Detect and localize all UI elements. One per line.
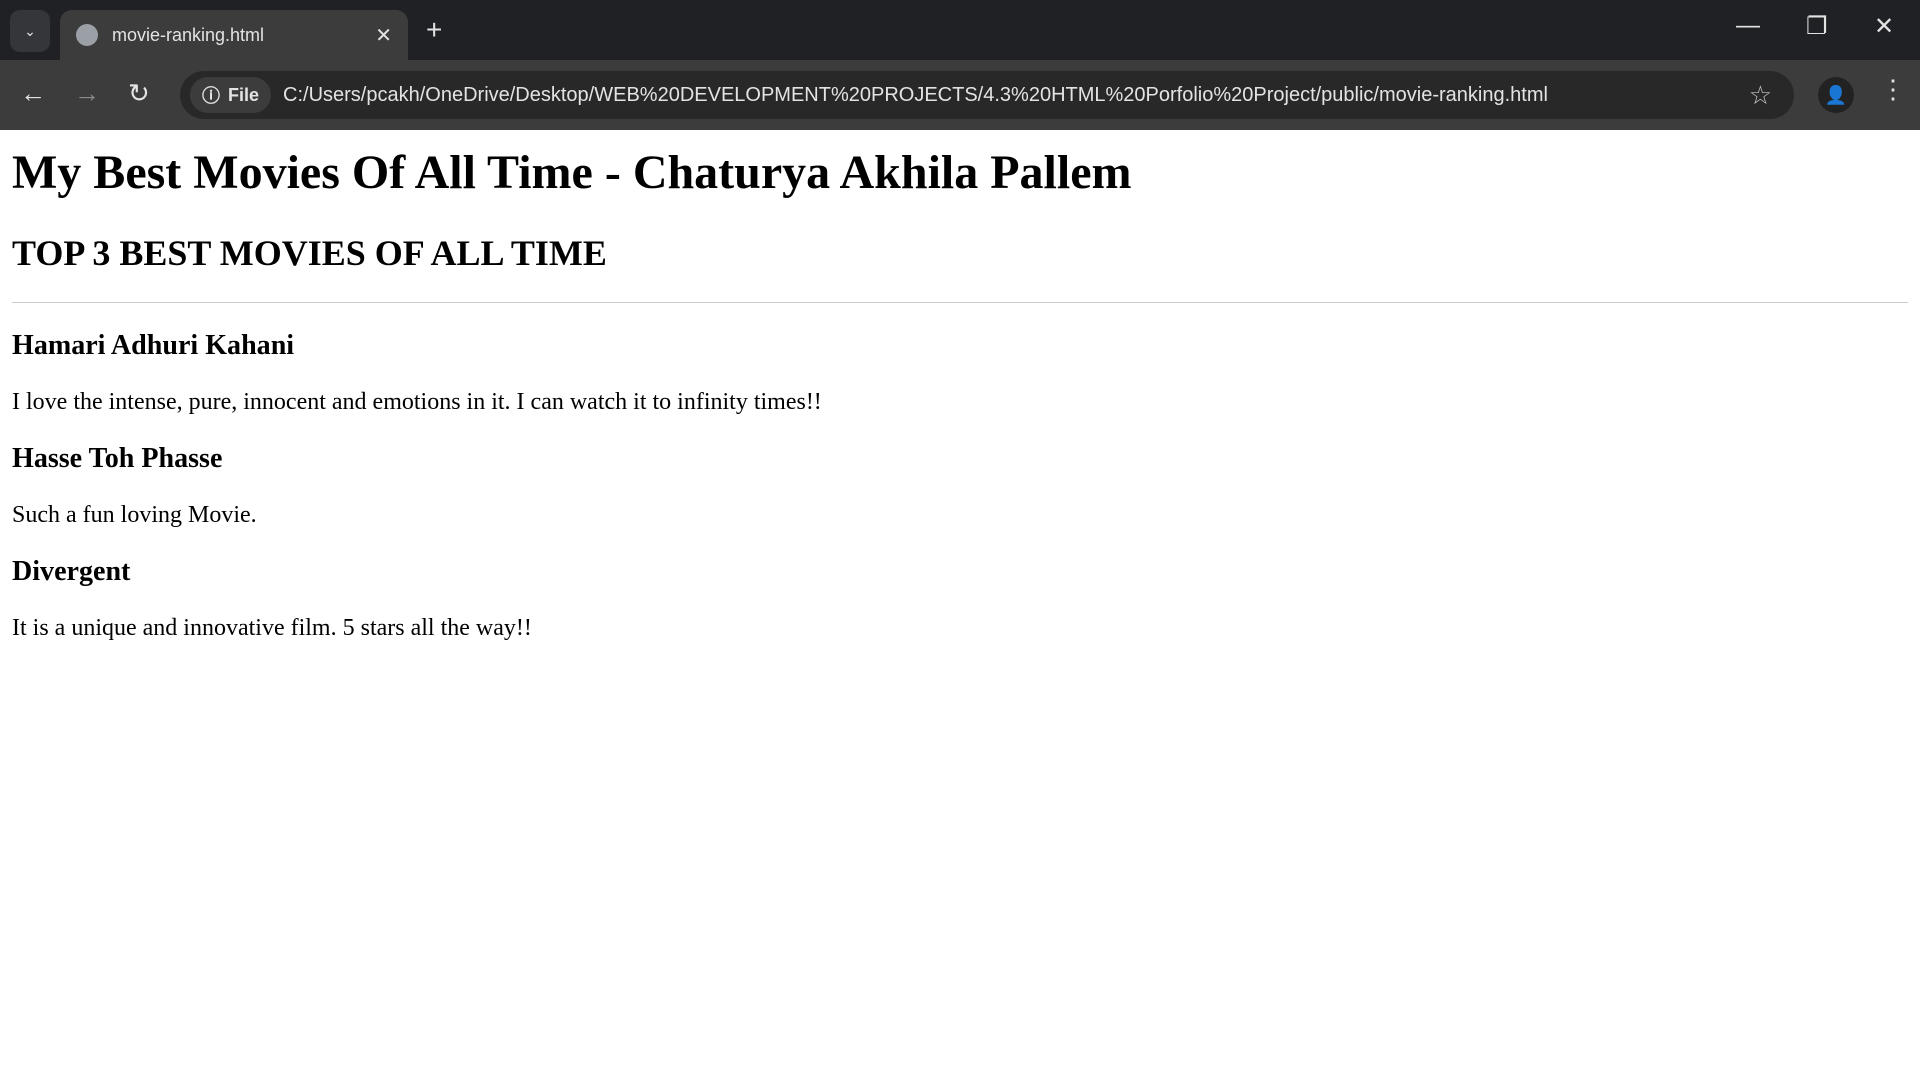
forward-icon[interactable]: → [74,78,100,109]
page-content: My Best Movies Of All Time - Chaturya Ak… [0,145,1920,642]
new-tab-button[interactable]: + [426,14,442,46]
page-title: My Best Movies Of All Time - Chaturya Ak… [12,146,1132,199]
movie-review: Such a fun loving Movie. [12,502,257,528]
menu-icon[interactable]: ⋮ [1880,74,1906,105]
bookmark-star-icon[interactable]: ☆ [1749,80,1772,111]
close-tab-icon[interactable]: ✕ [375,23,392,48]
movie-title: Hasse Toh Phasse [12,443,223,474]
tab-title: movie-ranking.html [112,24,265,45]
restore-icon[interactable]: ❐ [1806,12,1828,41]
browser-chrome: ⌄ movie-ranking.html ✕ + — ❐ ✕ ← → ↻ ⓘ Fi… [0,0,1920,130]
minimize-icon[interactable]: — [1736,12,1760,40]
movie-title: Divergent [12,556,131,587]
reload-icon[interactable]: ↻ [128,78,150,109]
globe-icon [76,24,98,46]
site-info-chip[interactable]: ⓘ File [190,77,272,113]
url-text[interactable]: C:/Users/pcakh/OneDrive/Desktop/WEB%20DE… [283,84,1749,107]
toolbar: ← → ↻ ⓘ File C:/Users/pcakh/OneDrive/Desk… [0,60,1920,130]
site-chip-label: File [228,84,260,105]
page-subtitle: TOP 3 BEST MOVIES OF ALL TIME [12,232,607,273]
movie-review: I love the intense, pure, innocent and e… [12,389,822,415]
divider [12,302,1908,303]
back-icon[interactable]: ← [20,78,46,109]
profile-icon[interactable]: 👤 [1818,77,1854,113]
tab-active[interactable]: movie-ranking.html ✕ [60,10,408,60]
address-bar[interactable]: ⓘ File C:/Users/pcakh/OneDrive/Desktop/WE… [180,71,1794,119]
close-window-icon[interactable]: ✕ [1874,12,1894,41]
info-icon: ⓘ [202,86,220,106]
tab-search-button[interactable]: ⌄ [10,10,50,52]
movie-title: Hamari Adhuri Kahani [12,330,295,361]
tab-bar: ⌄ movie-ranking.html ✕ + — ❐ ✕ [0,0,1920,60]
movie-review: It is a unique and innovative film. 5 st… [12,615,532,641]
